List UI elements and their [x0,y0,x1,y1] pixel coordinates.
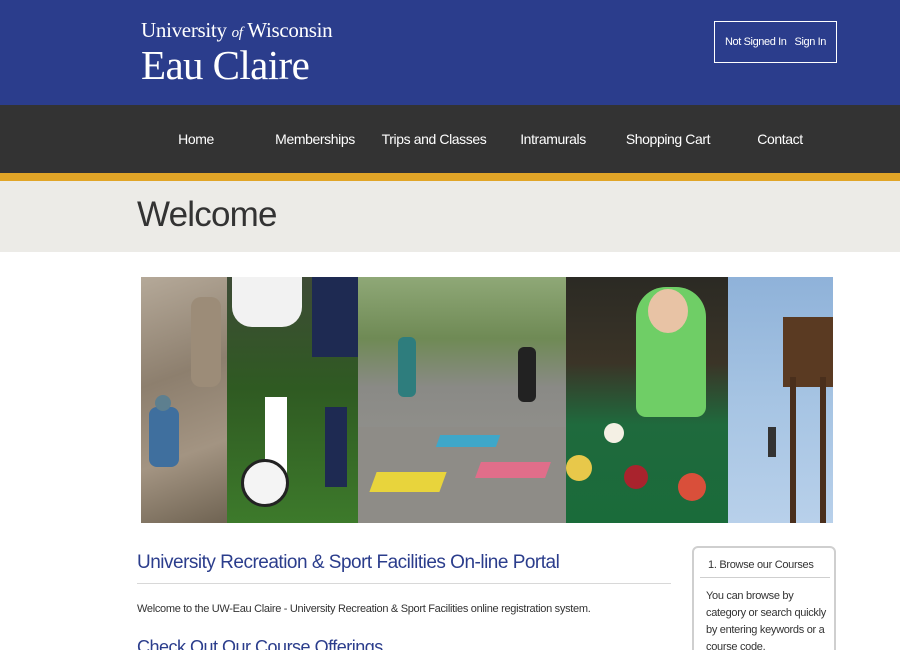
portal-heading: University Recreation & Sport Facilities… [137,552,560,573]
nav-item-shopping-cart[interactable]: Shopping Cart [626,105,711,173]
page-title: Welcome [137,195,277,234]
logo-university-line: University of Wisconsin [141,18,333,45]
banner-soccer-photo [227,277,358,523]
intro-text: Welcome to the UW-Eau Claire - Universit… [137,603,591,615]
main-nav: Home Memberships Trips and Classes Intra… [0,105,900,173]
banner-billiards-photo [566,277,728,523]
browse-courses-box: 1. Browse our Courses You can browse by … [692,546,836,650]
logo-text-eau-claire: Eau Claire [141,42,310,88]
course-offerings-heading: Check Out Our Course Offerings [137,637,383,650]
heading-divider [137,583,671,584]
logo-text-university: University [141,18,227,42]
nav-item-trips-and-classes[interactable]: Trips and Classes [382,105,487,173]
nav-item-contact[interactable]: Contact [757,105,803,173]
browse-courses-heading: 1. Browse our Courses [700,552,830,578]
nav-accent-stripe [0,173,900,181]
site-header: University of Wisconsin Eau Claire Not S… [0,0,900,105]
auth-box: Not Signed In Sign In [714,21,837,63]
university-logo[interactable]: University of Wisconsin Eau Claire [141,18,333,88]
banner-rock-climbing-photo [141,277,227,523]
nav-item-intramurals[interactable]: Intramurals [520,105,586,173]
logo-text-wisconsin: Wisconsin [247,18,333,42]
banner-outdoor-fitness-photo [358,277,566,523]
nav-item-memberships[interactable]: Memberships [275,105,355,173]
banner-climbing-tower-photo [728,277,833,523]
activities-banner-image [141,277,833,523]
browse-courses-text: You can browse by category or search qui… [706,590,826,650]
welcome-band: Welcome [0,181,900,252]
sign-in-link[interactable]: Sign In [795,36,827,48]
nav-item-home[interactable]: Home [178,105,214,173]
sign-in-status: Not Signed In [725,36,787,48]
logo-text-of: of [231,25,243,41]
